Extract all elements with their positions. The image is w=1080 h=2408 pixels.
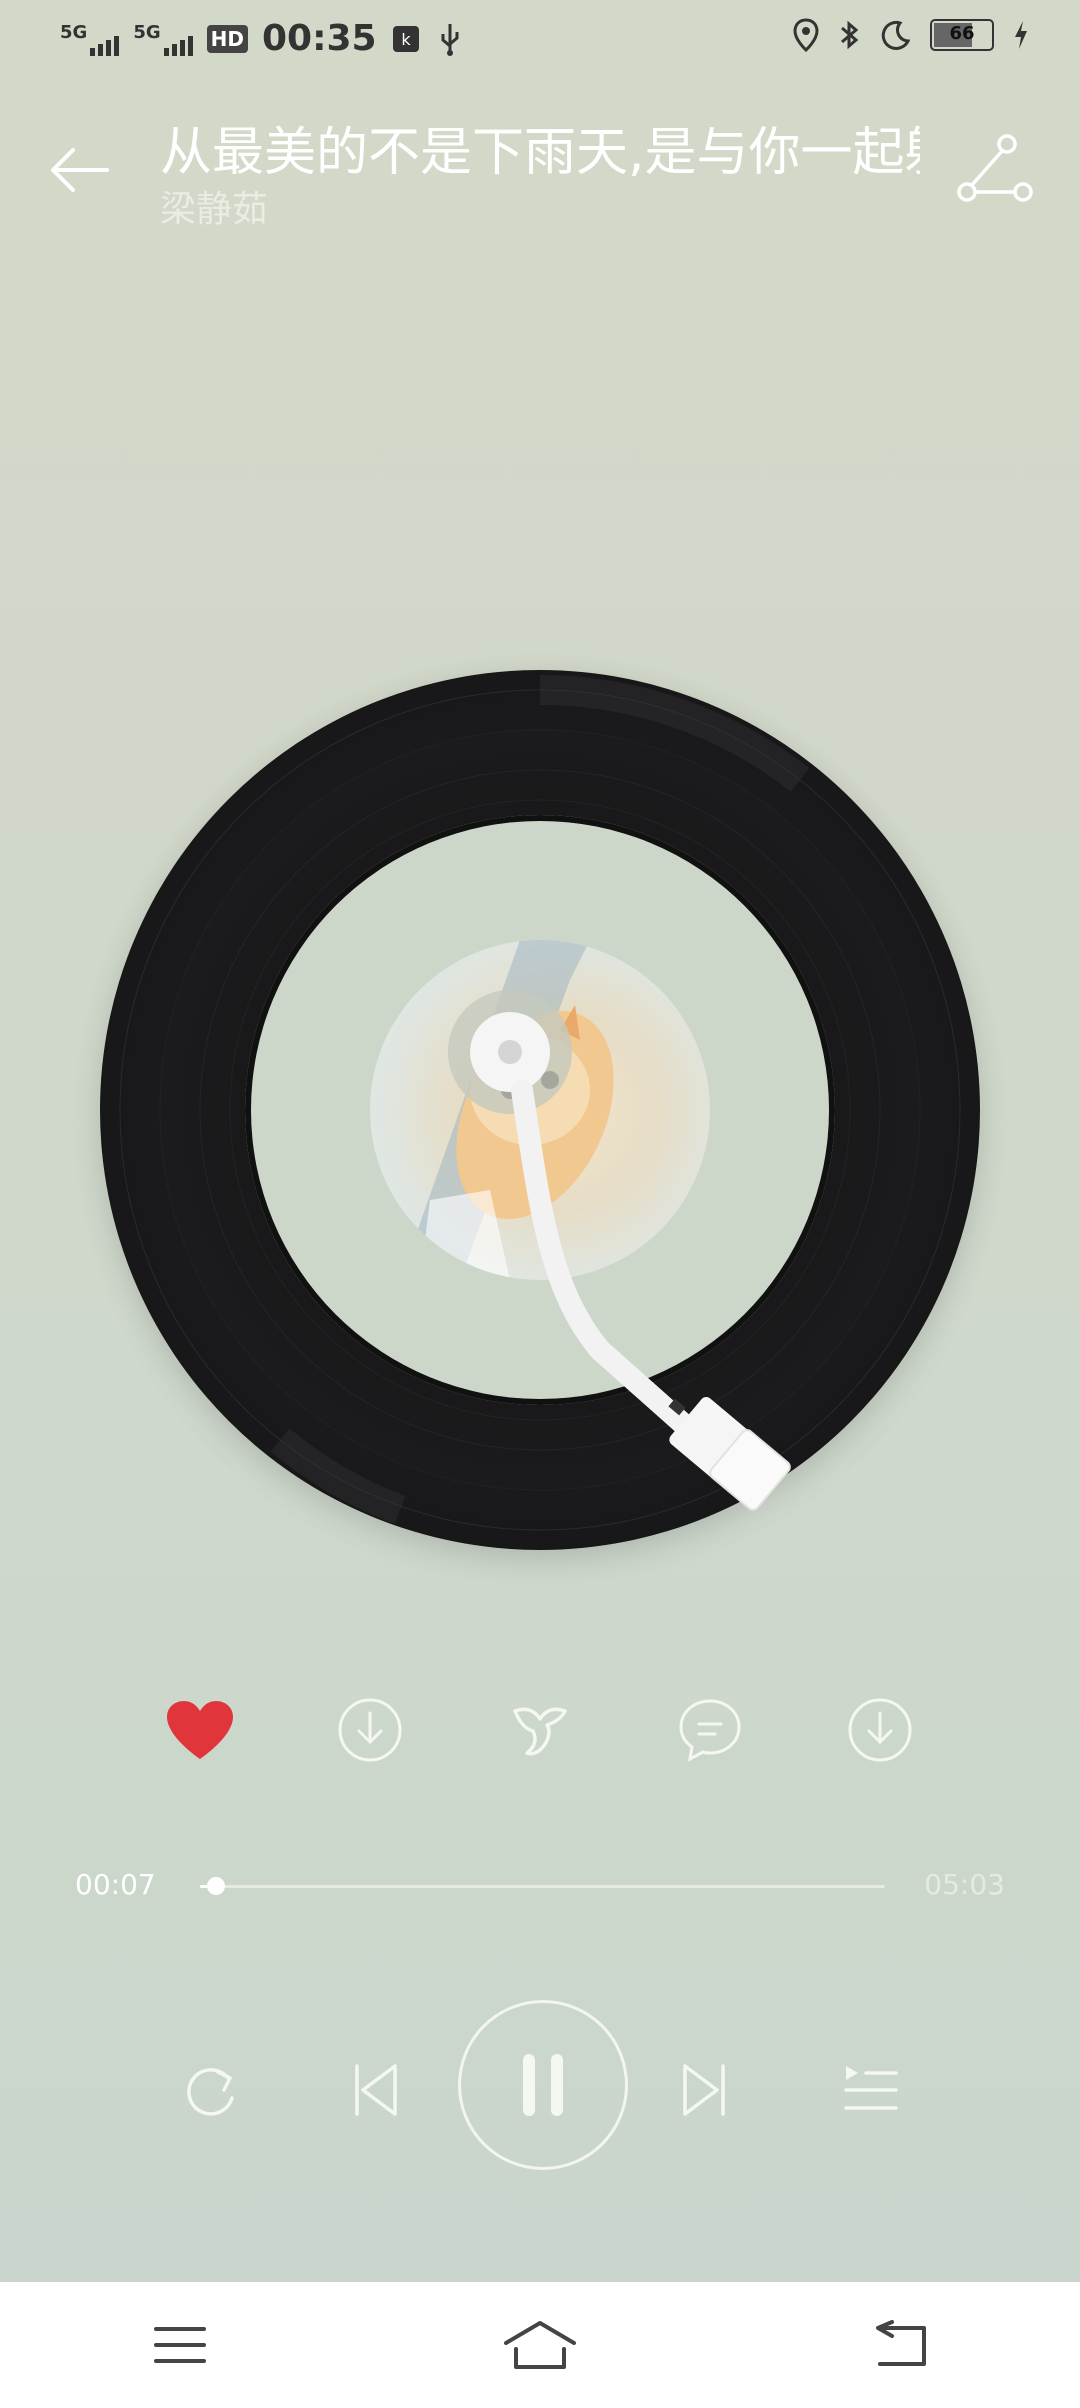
back-button[interactable]: [45, 135, 115, 205]
player-header: 从最美的不是下雨天,是与你一起躲过雨的屋檐 梁静茹: [0, 110, 1080, 250]
like-button[interactable]: [160, 1690, 240, 1770]
turntable[interactable]: [100, 670, 980, 1550]
arrow-left-icon: [51, 148, 109, 192]
action-bar: [160, 1690, 920, 1770]
notification-icon: k: [392, 25, 419, 52]
song-title: 从最美的不是下雨天,是与你一起躲过雨的屋檐: [160, 123, 920, 183]
playback-controls: [0, 2000, 1080, 2180]
next-button[interactable]: [660, 2045, 750, 2135]
recent-apps-button[interactable]: [140, 2305, 220, 2385]
tonearm: [448, 990, 791, 1511]
playlist-icon: [844, 2066, 898, 2110]
pause-icon: [523, 2054, 563, 2116]
progress-track[interactable]: [200, 1877, 885, 1895]
comments-button[interactable]: [670, 1690, 750, 1770]
share-icon: [957, 134, 1033, 202]
sound-effect-icon: [513, 1707, 567, 1756]
skip-next-icon: [683, 2064, 725, 2116]
charging-icon: [1015, 21, 1027, 49]
svg-text:k: k: [401, 30, 411, 49]
more-download-button[interactable]: [840, 1690, 920, 1770]
status-time: 00:35: [261, 18, 377, 59]
heart-icon: [167, 1701, 233, 1759]
system-nav-bar: [0, 2282, 1080, 2408]
battery-level: 66: [949, 23, 975, 44]
menu-icon: [154, 2327, 206, 2363]
skip-previous-icon: [355, 2064, 397, 2116]
progress-knob[interactable]: [206, 1877, 225, 1895]
battery-icon: 66: [930, 19, 994, 51]
previous-button[interactable]: [330, 2045, 420, 2135]
back-nav-button[interactable]: [860, 2305, 940, 2385]
playlist-button[interactable]: [825, 2045, 915, 2135]
total-time: 05:03: [924, 1868, 1005, 1901]
song-artist[interactable]: 梁静茹: [160, 180, 268, 232]
share-button[interactable]: [955, 130, 1035, 210]
home-icon: [504, 2321, 576, 2369]
download-icon: [848, 1698, 912, 1762]
do-not-disturb-moon-icon: [881, 20, 911, 50]
return-icon: [876, 2320, 926, 2366]
status-bar: 5G 5G HD 00:35 k 66: [0, 0, 1080, 80]
home-button[interactable]: [500, 2305, 580, 2385]
sim2-signal-icon: 5G: [133, 21, 193, 56]
sim1-label: 5G: [60, 21, 88, 43]
pause-button[interactable]: [458, 2000, 628, 2170]
download-icon: [338, 1698, 402, 1762]
sound-effect-button[interactable]: [500, 1690, 580, 1770]
progress-section: 00:07 05:03: [0, 1850, 1080, 1930]
bluetooth-icon: [841, 20, 859, 50]
usb-icon: [441, 23, 459, 56]
sim1-signal-icon: 5G: [60, 21, 120, 56]
location-icon: [793, 18, 819, 52]
sim2-label: 5G: [133, 21, 161, 43]
current-time: 00:07: [75, 1868, 156, 1901]
download-button[interactable]: [330, 1690, 410, 1770]
hd-voice-icon: HD: [206, 24, 248, 53]
repeat-icon: [187, 2068, 234, 2116]
repeat-button[interactable]: [165, 2045, 255, 2135]
comment-icon: [679, 1699, 741, 1762]
